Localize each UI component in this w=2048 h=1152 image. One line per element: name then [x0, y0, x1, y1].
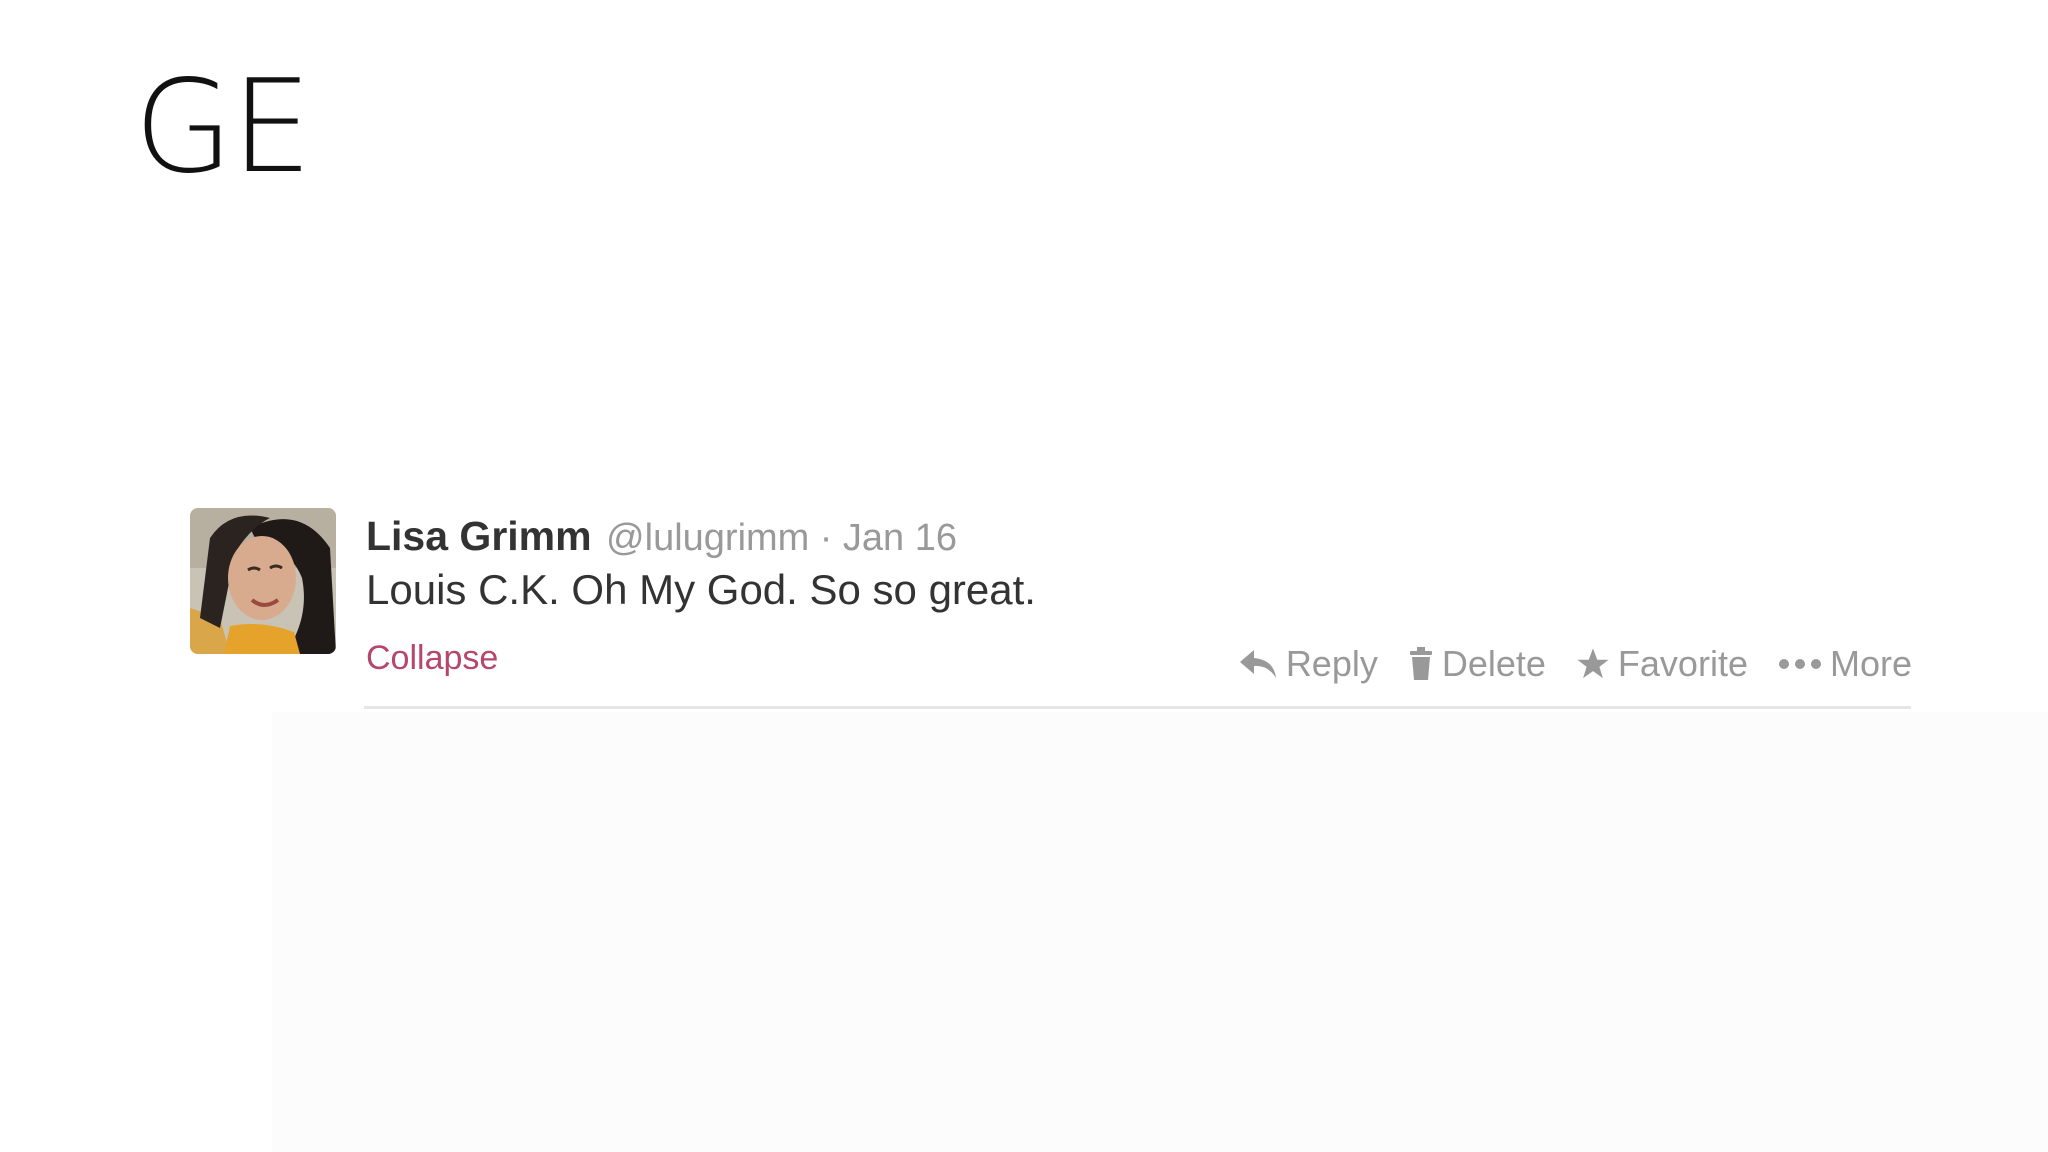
author-username[interactable]: @lulugrimm: [606, 517, 809, 559]
ellipsis-icon: [1778, 658, 1822, 670]
collapse-link[interactable]: Collapse: [366, 626, 498, 690]
presentation-slide: GE Lisa Grimm @lulugrimm · Jan 16 Louis …: [0, 0, 2048, 1152]
star-icon: [1576, 647, 1610, 681]
tweet-header: Lisa Grimm @lulugrimm · Jan 16: [366, 508, 957, 564]
delete-label: Delete: [1441, 643, 1546, 684]
slide-title: GE: [134, 53, 312, 202]
delete-button[interactable]: Delete: [1408, 643, 1546, 685]
avatar[interactable]: [190, 508, 336, 654]
screenshot-background: [272, 712, 2048, 1152]
favorite-button[interactable]: Favorite: [1576, 643, 1748, 685]
tweet-text: Louis C.K. Oh My God. So so great.: [366, 566, 1036, 613]
tweet-timestamp[interactable]: Jan 16: [843, 517, 957, 559]
more-button[interactable]: More: [1778, 643, 1912, 685]
reply-label: Reply: [1285, 643, 1378, 684]
reply-button[interactable]: Reply: [1238, 643, 1378, 685]
reply-arrow-icon: [1238, 648, 1278, 680]
tweet: Lisa Grimm @lulugrimm · Jan 16 Louis C.K…: [190, 508, 1912, 708]
header-separator: ·: [819, 517, 833, 559]
more-label: More: [1829, 643, 1912, 684]
trash-icon: [1408, 647, 1434, 681]
tweet-divider: [364, 706, 1911, 709]
favorite-label: Favorite: [1617, 643, 1748, 684]
avatar-photo-icon: [190, 508, 336, 654]
author-fullname[interactable]: Lisa Grimm: [366, 513, 592, 559]
tweet-actions: Reply Delete Favorite More: [1238, 630, 1912, 698]
